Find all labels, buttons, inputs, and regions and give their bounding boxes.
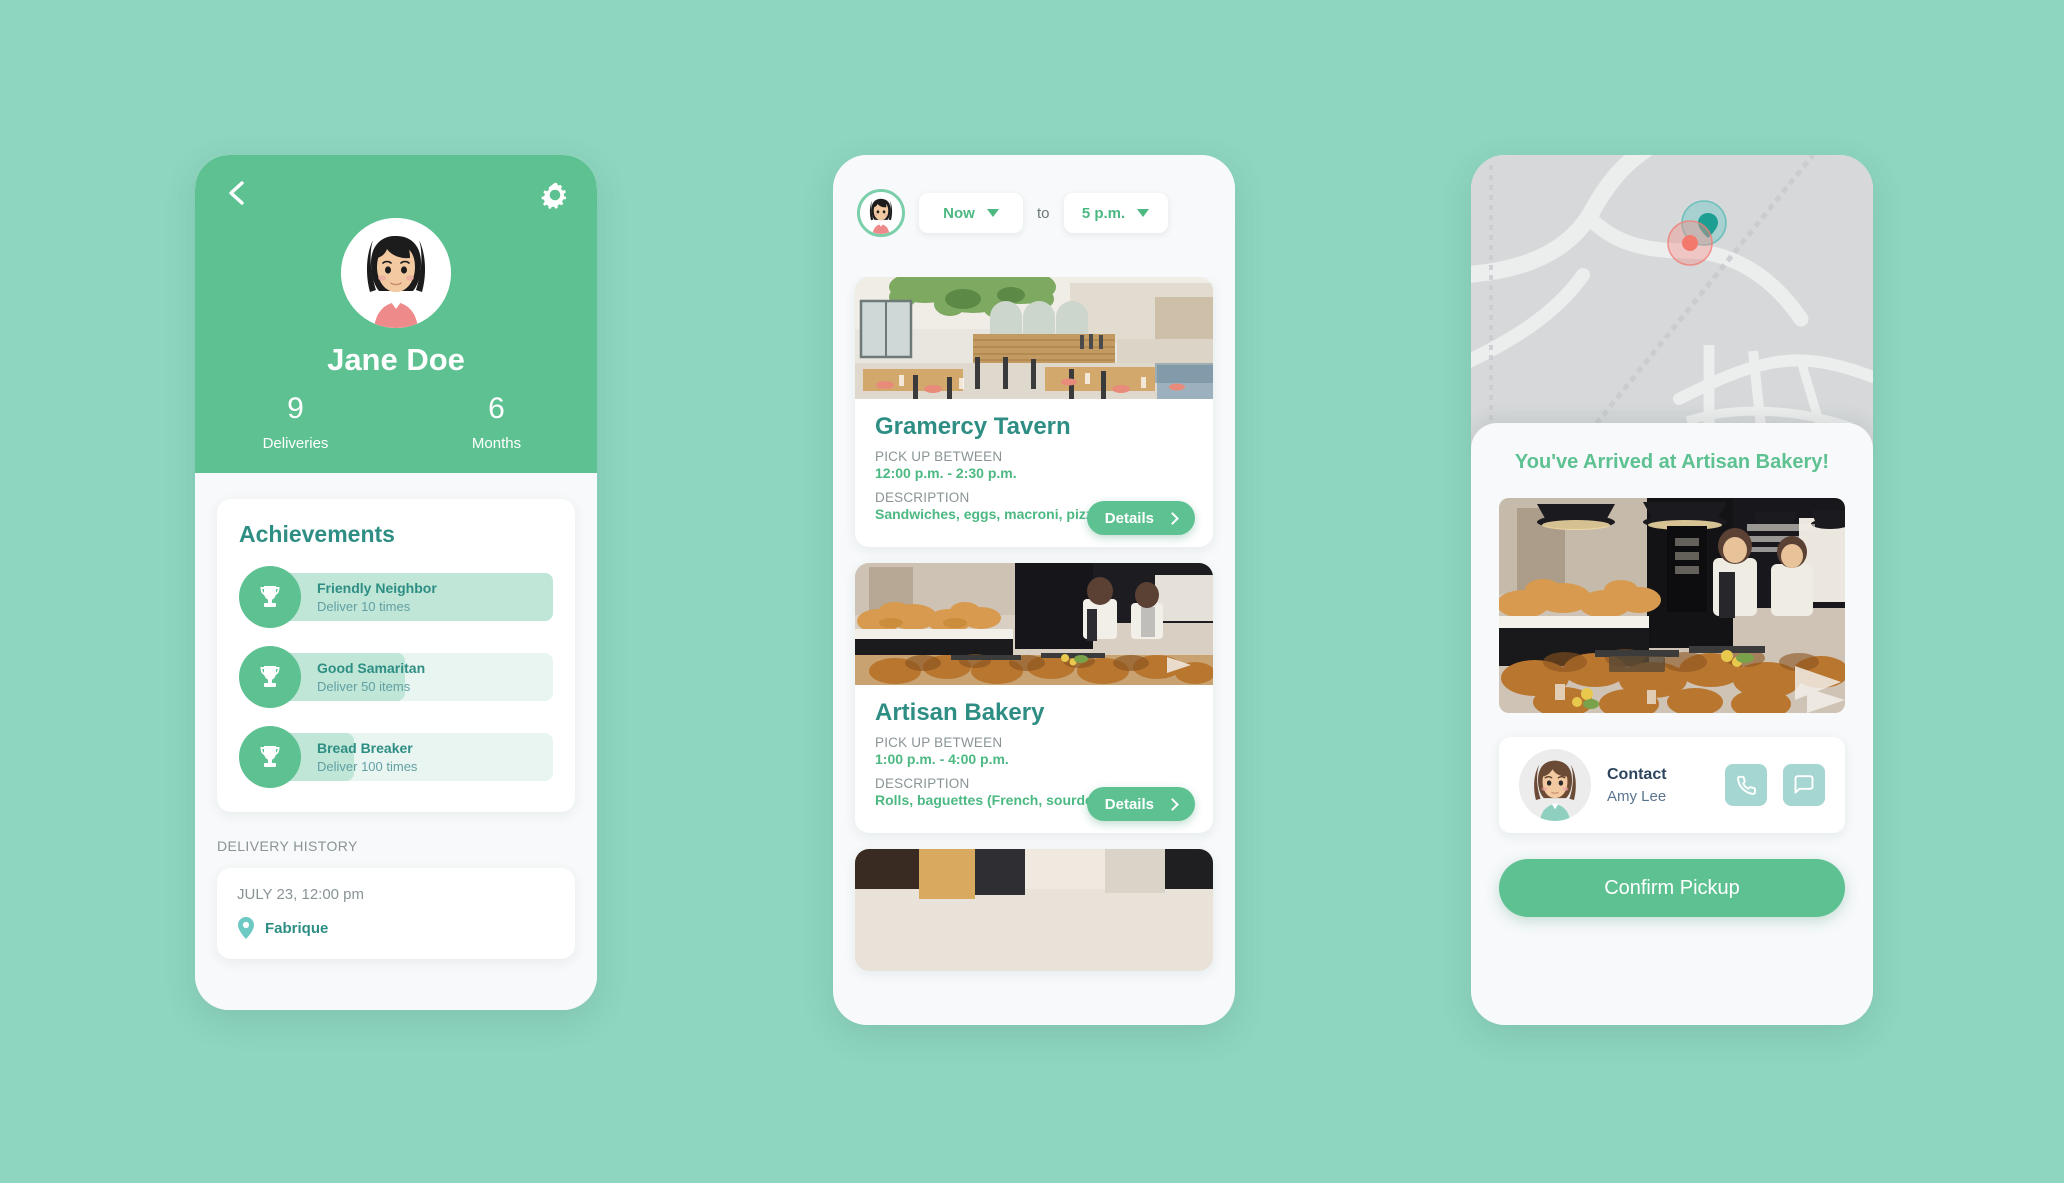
delivery-history-label: DELIVERY HISTORY (217, 838, 358, 854)
stat-label: Deliveries (262, 434, 329, 452)
caret-down-icon (986, 209, 999, 217)
chevron-left-icon[interactable] (217, 173, 257, 213)
avatar (1519, 749, 1591, 821)
achievement-desc: Deliver 10 times (317, 598, 411, 614)
profile-stats: 9 Deliveries 6 Months (195, 393, 597, 452)
details-button-label: Details (1104, 509, 1154, 527)
stat-months: 6 Months (396, 393, 597, 452)
stat-value: 6 (488, 392, 505, 425)
restaurant-interior-photo (855, 277, 1213, 399)
venue-card[interactable]: Artisan Bakery PICK UP BETWEEN 1:00 p.m.… (855, 563, 1213, 833)
caret-down-icon (1137, 209, 1150, 217)
pickup-label: PICK UP BETWEEN (875, 735, 1003, 750)
venue-list[interactable]: Gramercy Tavern PICK UP BETWEEN 12:00 p.… (833, 277, 1235, 1025)
venue-info: Gramercy Tavern PICK UP BETWEEN 12:00 p.… (855, 399, 1213, 547)
phone-list-screen: Now to 5 p.m. Gramercy Tavern PICK UP BE… (833, 155, 1235, 1025)
achievements-title: Achievements (239, 521, 395, 547)
pickup-label: PICK UP BETWEEN (875, 449, 1003, 464)
achievement-text: Bread Breaker Deliver 100 times (317, 740, 417, 775)
history-date: JULY 23, 12:00 pm (237, 886, 365, 903)
achievement-text: Good Samaritan Deliver 50 items (317, 660, 425, 695)
achievement-name: Friendly Neighbor (317, 580, 437, 596)
page-title: Jane Doe (327, 342, 465, 377)
achievement-text: Friendly Neighbor Deliver 10 times (317, 580, 437, 615)
trophy-icon (239, 646, 301, 708)
time-to-label: 5 p.m. (1081, 204, 1126, 222)
list-topbar: Now to 5 p.m. (833, 155, 1235, 255)
time-from-label: Now (943, 204, 975, 222)
trophy-icon (239, 566, 301, 628)
phone-profile-screen: Jane Doe 9 Deliveries 6 Months Achieveme… (195, 155, 597, 1010)
achievement-row[interactable]: Good Samaritan Deliver 50 items (239, 646, 553, 708)
bakery-counter-photo (855, 563, 1213, 685)
location-pin-icon (237, 917, 255, 939)
chevron-right-icon (1166, 797, 1179, 811)
time-from-dropdown[interactable]: Now (919, 193, 1023, 233)
phone-arrived-screen: You've Arrived at Artisan Bakery! Contac… (1471, 155, 1873, 1025)
achievement-name: Bread Breaker (317, 740, 413, 756)
stat-label: Months (471, 434, 522, 452)
chat-bubble-icon[interactable] (1783, 764, 1825, 806)
profile-body: Achievements Friendly Neighbor Deliver 1… (195, 499, 597, 1010)
history-entry[interactable]: JULY 23, 12:00 pm Fabrique (217, 868, 575, 959)
phone-icon[interactable] (1725, 764, 1767, 806)
screenshot-canvas: Jane Doe 9 Deliveries 6 Months Achieveme… (0, 0, 2064, 1183)
achievement-desc: Deliver 100 times (317, 758, 418, 774)
stat-deliveries: 9 Deliveries (195, 393, 396, 452)
cafe-interior-photo-partial (855, 849, 1213, 971)
arrived-title: You've Arrived at Artisan Bakery! (1514, 451, 1830, 473)
to-label: to (1037, 204, 1050, 222)
stat-value: 9 (287, 392, 304, 425)
venue-card[interactable] (855, 849, 1213, 971)
confirm-pickup-button[interactable]: Confirm Pickup (1499, 859, 1845, 917)
chevron-right-icon (1166, 511, 1179, 525)
profile-header: Jane Doe 9 Deliveries 6 Months (195, 155, 597, 473)
contact-name: Amy Lee (1607, 787, 1667, 805)
details-button[interactable]: Details (1086, 787, 1195, 821)
pickup-window: 1:00 p.m. - 4:00 p.m. (875, 751, 1009, 767)
details-button-label: Details (1104, 795, 1154, 813)
pickup-window: 12:00 p.m. - 2:30 p.m. (875, 465, 1017, 481)
details-button[interactable]: Details (1086, 501, 1195, 535)
arrived-sheet: You've Arrived at Artisan Bakery! Contac… (1471, 423, 1873, 1025)
achievement-name: Good Samaritan (317, 660, 426, 676)
venue-info: Artisan Bakery PICK UP BETWEEN 1:00 p.m.… (855, 685, 1213, 833)
contact-card: Contact Amy Lee (1499, 737, 1845, 833)
achievement-row[interactable]: Bread Breaker Deliver 100 times (239, 726, 553, 788)
venue-card[interactable]: Gramercy Tavern PICK UP BETWEEN 12:00 p.… (855, 277, 1213, 547)
achievement-row[interactable]: Friendly Neighbor Deliver 10 times (239, 566, 553, 628)
avatar (341, 218, 451, 328)
gear-icon[interactable] (537, 177, 573, 213)
trophy-icon (239, 726, 301, 788)
history-place-row: Fabrique (237, 917, 555, 939)
bakery-counter-photo (1499, 498, 1845, 713)
venue-name: Artisan Bakery (875, 699, 1045, 726)
avatar[interactable] (857, 189, 905, 237)
contact-title: Contact (1607, 765, 1667, 783)
venue-name: Gramercy Tavern (875, 413, 1071, 440)
history-place-name: Fabrique (265, 919, 329, 937)
contact-text: Contact Amy Lee (1607, 766, 1709, 805)
achievement-desc: Deliver 50 items (317, 678, 411, 694)
achievements-card: Achievements Friendly Neighbor Deliver 1… (217, 499, 575, 812)
time-to-dropdown[interactable]: 5 p.m. (1063, 193, 1168, 233)
